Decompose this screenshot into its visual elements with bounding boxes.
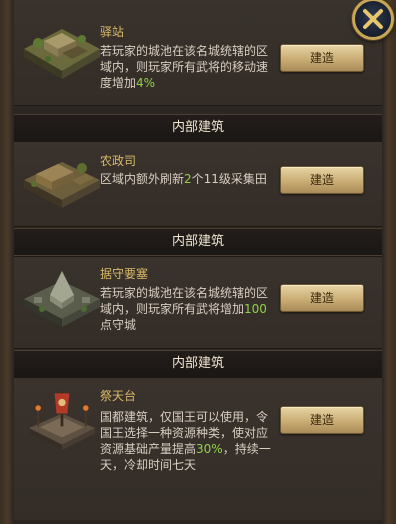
- desc-text-end: 点守城: [100, 318, 137, 332]
- close-icon: [363, 9, 383, 29]
- desc-value: 30%: [196, 442, 223, 456]
- card-description: 区域内额外刷新2个11级采集田: [100, 171, 278, 187]
- desc-text: 区域内额外刷新: [100, 172, 185, 186]
- card-description: 若玩家的城池在该名城统辖的区域内，则玩家所有武将增加100 点守城: [100, 285, 278, 333]
- desc-text-end: 个11级采集田: [191, 172, 267, 186]
- card-title: 农政司: [100, 154, 137, 168]
- building-card-altar: 祭天台 国都建筑，仅国王可以使用，令国王选择一种资源种类，使对应资源基础产量提高…: [14, 377, 382, 520]
- desc-value: 2: [184, 172, 192, 186]
- card-title: 驿站: [100, 25, 125, 39]
- desc-text: 若玩家的城池在该名城统辖的区域内，则玩家所有武将增加: [100, 286, 269, 316]
- build-button[interactable]: 建造: [280, 406, 364, 434]
- desc-value: 4%: [136, 76, 156, 90]
- desc-value: 100: [244, 302, 267, 316]
- altar-icon: [29, 391, 95, 451]
- section-header: 内部建筑: [14, 228, 382, 256]
- close-button[interactable]: [352, 0, 394, 40]
- farm-office-icon: [24, 162, 100, 208]
- card-description: 国都建筑，仅国王可以使用，令国王选择一种资源种类，使对应资源基础产量提高30%，…: [100, 409, 278, 473]
- fortress-icon: [24, 271, 100, 327]
- relay-station-icon: [24, 29, 100, 79]
- building-card-fortress: 据守要塞 若玩家的城池在该名城统辖的区域内，则玩家所有武将增加100 点守城 建造: [14, 256, 382, 349]
- card-title: 祭天台: [100, 389, 137, 403]
- section-header: 内部建筑: [14, 114, 382, 142]
- build-button[interactable]: 建造: [280, 166, 364, 194]
- card-title: 据守要塞: [100, 267, 149, 281]
- building-list[interactable]: 驿站 若玩家的城池在该名城统辖的区域内，则玩家所有武将的移动速度增加4% 建造 …: [14, 0, 382, 520]
- building-card-relay: 驿站 若玩家的城池在该名城统辖的区域内，则玩家所有武将的移动速度增加4% 建造: [14, 0, 382, 106]
- build-button[interactable]: 建造: [280, 44, 364, 72]
- section-header: 内部建筑: [14, 350, 382, 378]
- desc-text: 若玩家的城池在该名城统辖的区域内，则玩家所有武将的移动速度增加: [100, 44, 269, 90]
- build-button[interactable]: 建造: [280, 284, 364, 312]
- card-description: 若玩家的城池在该名城统辖的区域内，则玩家所有武将的移动速度增加4%: [100, 43, 278, 91]
- building-card-farm: 农政司 区域内额外刷新2个11级采集田 建造: [14, 141, 382, 227]
